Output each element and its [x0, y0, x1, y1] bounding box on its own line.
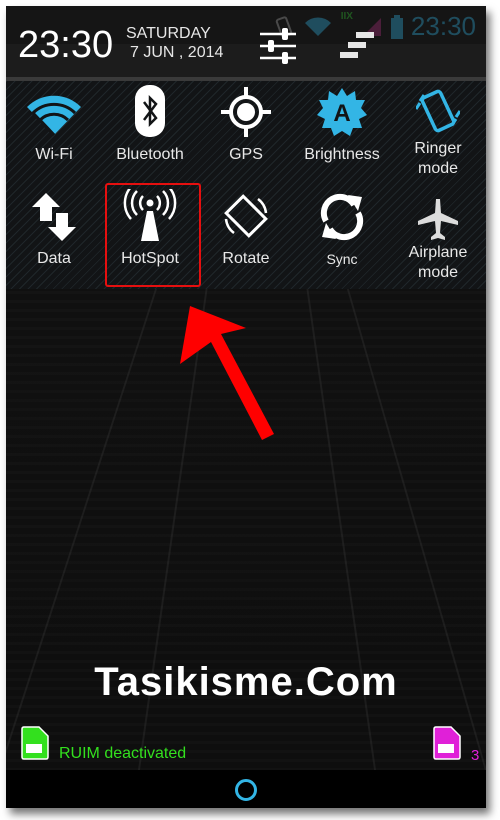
tile-label: Airplane mode: [408, 244, 468, 281]
notification-bar: RUIM deactivated 3: [6, 724, 486, 770]
watermark: Tasikisme.Com: [94, 660, 398, 704]
quick-settings-panel: Wi-Fi Bluetooth GPS A Brightness Ringer …: [6, 81, 486, 289]
wifi-status-icon: [304, 16, 331, 36]
phone-screen: IIX 23:30 23:30 SATURDAY 7 JUN , 2014 Wi…: [6, 6, 486, 808]
sliders-icon: [260, 28, 296, 64]
sim-card-pink-icon: [433, 726, 461, 760]
brightness-auto-icon: A: [317, 88, 367, 136]
tile-label: Wi-Fi: [35, 146, 73, 163]
notification-header: IIX 23:30 23:30 SATURDAY 7 JUN , 2014: [6, 6, 486, 77]
status-time: 23:30: [410, 11, 476, 41]
wifi-icon: [27, 95, 81, 137]
tile-wifi[interactable]: Wi-Fi: [6, 81, 102, 185]
bluetooth-icon: [135, 85, 165, 137]
clear-notifications-icon: [340, 32, 374, 58]
svg-text:A: A: [333, 100, 350, 127]
clear-notifications-button[interactable]: [336, 26, 380, 66]
home-button[interactable]: [235, 779, 257, 801]
tile-brightness[interactable]: A Brightness: [294, 81, 390, 185]
tile-sync[interactable]: Sync: [294, 185, 390, 289]
tile-label: Ringer mode: [414, 140, 462, 177]
settings-button[interactable]: [256, 26, 300, 66]
sim-count: 3: [471, 747, 480, 764]
battery-icon: [390, 14, 403, 39]
airplane-icon: [418, 199, 458, 240]
data-indicator: IIX: [340, 11, 353, 22]
ruim-status-text: RUIM deactivated: [59, 745, 187, 762]
tile-bluetooth[interactable]: Bluetooth: [102, 81, 198, 185]
tile-gps[interactable]: GPS: [198, 81, 294, 185]
tile-label: Bluetooth: [116, 146, 184, 163]
gps-icon: [221, 87, 271, 137]
sync-icon: [320, 193, 364, 241]
tile-label: GPS: [229, 146, 263, 163]
clock[interactable]: 23:30: [18, 24, 113, 67]
hotspot-highlight-box: [105, 183, 201, 287]
navigation-bar: [6, 770, 486, 808]
tile-label: Rotate: [222, 250, 270, 267]
day-label: SATURDAY: [126, 25, 211, 42]
data-arrows-icon: [32, 193, 76, 241]
tile-label: Brightness: [304, 146, 380, 163]
tile-label: Sync: [326, 251, 358, 267]
rotate-icon: [224, 194, 268, 238]
tile-label: Data: [37, 250, 71, 267]
sim-card-green-icon: [21, 726, 49, 760]
tile-data[interactable]: Data: [6, 185, 102, 289]
vibrate-icon: [416, 89, 460, 133]
tile-rotate[interactable]: Rotate: [198, 185, 294, 289]
tile-ringer-mode[interactable]: Ringer mode: [390, 81, 486, 185]
annotation-arrow: [180, 306, 274, 440]
tile-airplane-mode[interactable]: Airplane mode: [390, 185, 486, 289]
date-label: 7 JUN , 2014: [130, 44, 224, 61]
date-display[interactable]: SATURDAY 7 JUN , 2014: [126, 24, 223, 62]
